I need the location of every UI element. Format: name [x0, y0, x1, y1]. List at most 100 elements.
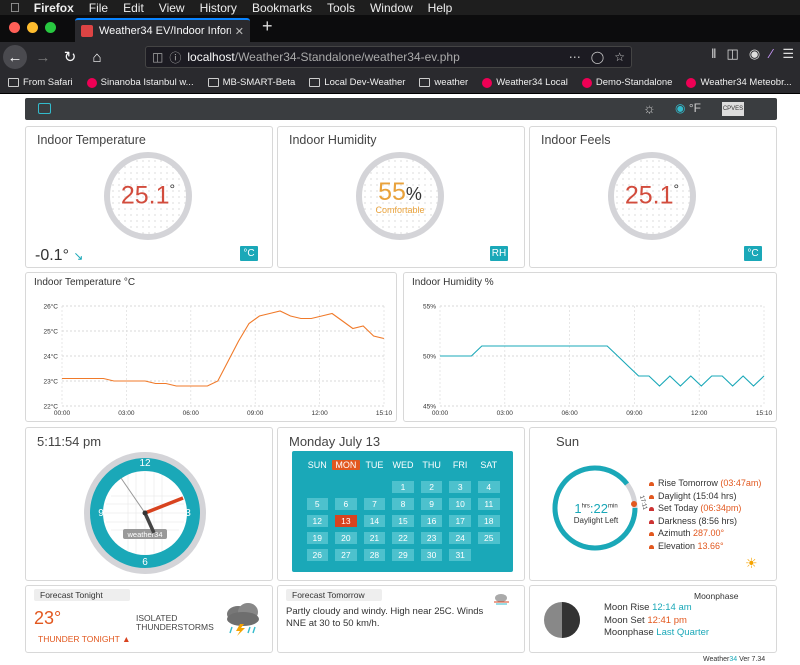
sidebar-icon[interactable]: ◫ — [727, 46, 739, 62]
menu-window[interactable]: Window — [370, 1, 413, 15]
weekday-sat: SAT — [480, 460, 498, 470]
bookmark-item[interactable]: Weather34 Local — [482, 77, 568, 88]
bookmark-item[interactable]: weather — [419, 77, 468, 88]
calendar-day[interactable]: 3 — [449, 481, 471, 493]
calendar-day[interactable]: 14 — [363, 515, 386, 527]
bookmark-item[interactable]: Sinanoba Istanbul w... — [86, 77, 194, 88]
shield-icon[interactable]: ◫ — [152, 50, 163, 64]
calendar-day[interactable]: 16 — [420, 515, 443, 527]
gauge-value: 25.1° — [624, 181, 680, 210]
calendar-day[interactable]: 11 — [477, 498, 500, 510]
close-tab-icon[interactable]: ✕ — [235, 25, 244, 38]
y-tick-label: 25°C — [43, 328, 58, 336]
menu-icon[interactable]: ☰ — [782, 46, 794, 62]
x-tick-label: 09:00 — [626, 410, 643, 417]
dashboard-logo-icon[interactable] — [38, 103, 51, 114]
calendar-week-row: 19 20 21 22 23 24 25 — [303, 532, 503, 544]
calendar-day[interactable]: 21 — [363, 532, 386, 544]
close-window-button[interactable] — [9, 22, 20, 33]
sun-title: Sun — [556, 434, 580, 449]
clock-numeral-9: 9 — [98, 508, 104, 519]
calendar-day[interactable]: 27 — [335, 549, 357, 561]
calendar-day[interactable]: 17 — [449, 515, 471, 527]
calendar-week-row: 12 13 14 15 16 17 18 — [303, 515, 503, 527]
info-icon[interactable]: ⓘ — [169, 49, 181, 66]
x-tick-label: 06:00 — [183, 410, 200, 417]
rh-badge[interactable]: RH — [490, 246, 508, 261]
calendar-day[interactable]: 24 — [449, 532, 471, 544]
pocket-icon[interactable]: ◯ — [591, 50, 604, 64]
calendar-day[interactable]: 15 — [392, 515, 414, 527]
menu-file[interactable]: File — [89, 1, 108, 15]
menu-view[interactable]: View — [159, 1, 185, 15]
forecast-tomorrow-text: Partly cloudy and windy. High near 25C. … — [286, 606, 484, 629]
bookmark-label: Sinanoba Istanbul w... — [100, 77, 194, 88]
calendar-day[interactable]: 12 — [306, 515, 329, 527]
celsius-badge[interactable]: °C — [240, 246, 258, 261]
celsius-badge[interactable]: °C — [744, 246, 762, 261]
calendar-day[interactable]: 6 — [335, 498, 357, 510]
calendar-day[interactable]: 1 — [392, 481, 414, 493]
x-tick-label: 12:00 — [311, 410, 328, 417]
menu-bookmarks[interactable]: Bookmarks — [252, 1, 312, 15]
tab-weather34[interactable]: Weather34 EV/Indoor Informatio ✕ — [75, 18, 250, 42]
x-tick-label: 00:00 — [432, 410, 449, 417]
calendar-day[interactable]: 29 — [392, 549, 414, 561]
calendar-day[interactable]: 19 — [306, 532, 329, 544]
forward-button[interactable]: → — [32, 46, 54, 68]
daylight-left: 1hrs:22min Daylight Left — [570, 501, 622, 525]
nav-bar: ← → ↻ ⌂ ◫ ⓘ localhost/Weather34-Standalo… — [0, 42, 800, 72]
home-button[interactable]: ⌂ — [86, 46, 108, 68]
reload-button[interactable]: ↻ — [59, 46, 81, 68]
calendar-day[interactable]: 10 — [449, 498, 471, 510]
calendar-day[interactable]: 9 — [420, 498, 443, 510]
bookmark-item[interactable]: Weather34 Meteobr... — [686, 77, 792, 88]
calendar-day[interactable]: 2 — [420, 481, 443, 493]
calendar-day[interactable]: 5 — [306, 498, 329, 510]
indoor-temperature-card: Indoor Temperature 25.1° -0.1° ↘ °C — [25, 126, 273, 268]
back-button[interactable]: ← — [3, 45, 27, 69]
bookmark-item[interactable]: MB-SMART-Beta — [207, 77, 295, 88]
bookmark-star-icon[interactable]: ☆ — [614, 50, 625, 64]
extension-icon[interactable]: ∕ — [770, 46, 772, 62]
menu-edit[interactable]: Edit — [123, 1, 144, 15]
calendar-day[interactable]: 30 — [420, 549, 443, 561]
apple-icon[interactable]:  — [10, 0, 20, 15]
calendar-day[interactable]: 28 — [363, 549, 386, 561]
menu-tools[interactable]: Tools — [327, 1, 355, 15]
moon-set: Moon Set 12:41 pm — [604, 614, 687, 626]
calendar-day[interactable]: 7 — [363, 498, 386, 510]
calendar-day[interactable]: 23 — [420, 532, 443, 544]
calendar-day[interactable]: 25 — [477, 532, 500, 544]
new-tab-button[interactable]: + — [262, 16, 273, 37]
temperature-chart: 22°C23°C24°C25°C26°C00:00 03:00 06:00 09:00… — [43, 303, 392, 418]
bookmark-item[interactable]: From Safari — [8, 77, 73, 88]
control-panel-badge[interactable]: CPVES — [722, 102, 744, 116]
page-actions-icon[interactable]: ⋯ — [569, 50, 581, 64]
calendar-day[interactable]: 20 — [335, 532, 357, 544]
bookmark-item[interactable]: Demo-Standalone — [581, 77, 672, 88]
calendar-day[interactable]: 22 — [392, 532, 414, 544]
library-icon[interactable]: ‖ — [711, 46, 716, 62]
bookmark-item[interactable]: Local Dev-Weather — [309, 77, 405, 88]
unit-toggle[interactable]: ◉ °F — [675, 101, 701, 115]
zoom-window-button[interactable] — [45, 22, 56, 33]
calendar-today[interactable]: 13 — [335, 515, 357, 527]
daylight-length: Daylight (15:04 hrs) — [649, 490, 761, 503]
menu-history[interactable]: History — [200, 1, 237, 15]
sunrise-icon — [649, 482, 654, 486]
minimize-window-button[interactable] — [27, 22, 38, 33]
url-bar[interactable]: ◫ ⓘ localhost/Weather34-Standalone/weath… — [145, 46, 632, 68]
theme-toggle-sun-icon[interactable]: ☼ — [643, 100, 656, 116]
tab-bar: Weather34 EV/Indoor Informatio ✕ + — [0, 15, 800, 42]
calendar-day[interactable]: 26 — [306, 549, 329, 561]
calendar-day[interactable]: 18 — [477, 515, 500, 527]
sunset-icon — [649, 507, 654, 511]
menu-app-name[interactable]: Firefox — [34, 1, 74, 15]
menu-help[interactable]: Help — [428, 1, 453, 15]
calendar-grid: SUN MON TUE WED THU FRI SAT 1 2 3 4 5 6 7 8 9 10 1… — [292, 451, 513, 572]
calendar-day[interactable]: 4 — [477, 481, 500, 493]
account-icon[interactable]: ◉ — [749, 46, 760, 62]
calendar-day[interactable]: 8 — [392, 498, 414, 510]
calendar-day[interactable]: 31 — [449, 549, 471, 561]
